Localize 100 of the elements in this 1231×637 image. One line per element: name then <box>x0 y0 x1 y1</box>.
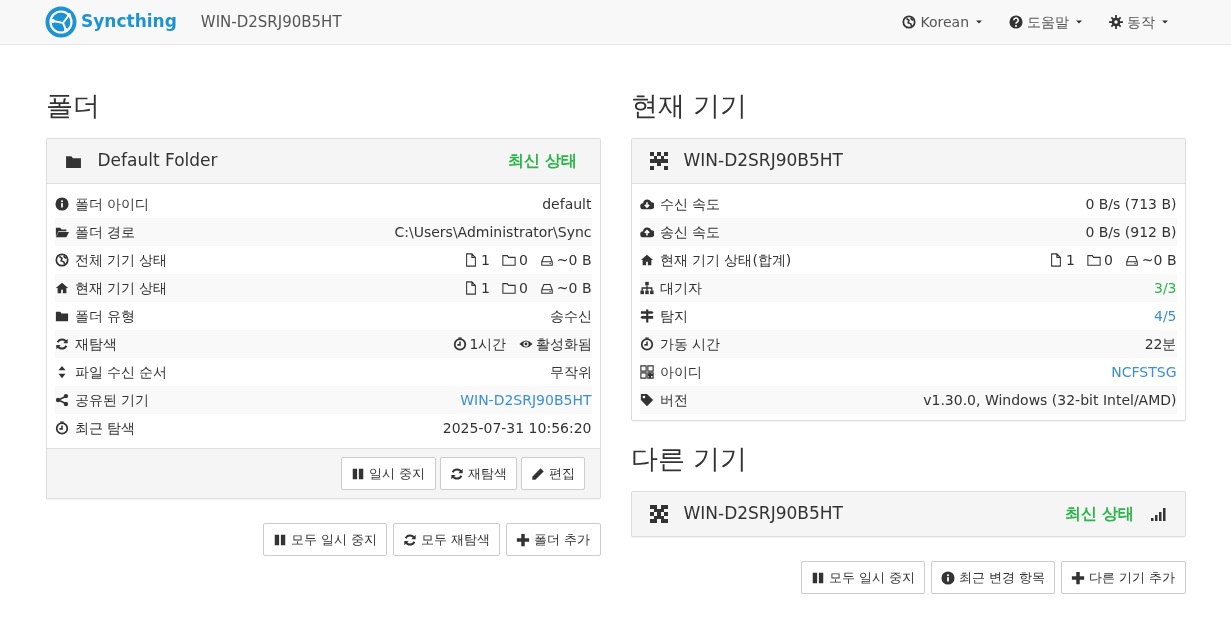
status-text: 최신 상태 <box>507 150 578 172</box>
refresh-icon <box>403 532 418 547</box>
row-label: 전체 기기 상태 <box>74 250 168 270</box>
drive-icon <box>539 281 554 295</box>
file-count: 1 <box>1065 250 1075 270</box>
plus-icon <box>516 532 531 547</box>
pause-icon <box>272 532 287 547</box>
file-icon <box>463 253 478 267</box>
row-label: 송신 속도 <box>659 222 720 242</box>
info-icon <box>54 197 69 211</box>
value-text: 송수신 <box>549 306 592 326</box>
value-text: 0 B/s (713 B) <box>1085 194 1177 214</box>
edit-button[interactable]: 편집 <box>520 457 585 490</box>
folder-count: 0 <box>518 278 528 298</box>
info-icon <box>940 570 955 585</box>
folder-count: 0 <box>1103 250 1113 270</box>
row-label: 공유된 기기 <box>74 390 149 410</box>
row-label: 재탐색 <box>74 334 117 354</box>
identicon-icon <box>649 152 668 170</box>
pause-icon <box>351 466 366 481</box>
value-text: default <box>542 194 592 214</box>
drive-icon <box>539 253 554 267</box>
share-icon <box>54 393 69 407</box>
value-text: 22분 <box>1144 334 1177 354</box>
row-label: 수신 속도 <box>659 194 720 214</box>
value-text: 무작위 <box>549 362 592 382</box>
globe-icon <box>54 253 69 267</box>
plus-icon <box>1071 570 1086 585</box>
watcher-status: 활성화됨 <box>535 334 592 354</box>
file-icon <box>463 281 478 295</box>
folder-icon <box>1086 253 1101 267</box>
signal-icon <box>1150 507 1167 521</box>
qr-code-icon <box>639 365 654 379</box>
file-count: 1 <box>480 250 490 270</box>
value-link[interactable]: NCFSTSG <box>1111 361 1177 383</box>
row-label: 최근 탐색 <box>74 418 135 438</box>
pause-icon <box>810 570 825 585</box>
add-folder-button[interactable]: 폴더 추가 <box>506 523 601 556</box>
row-label: 폴더 경로 <box>74 222 135 242</box>
row-label: 현재 기기 상태(합계) <box>659 250 792 270</box>
cloud-download-icon <box>639 197 654 211</box>
pause-all-button[interactable]: 모두 일시 중지 <box>800 561 925 594</box>
recent-changes-button[interactable]: 최근 변경 항목 <box>930 561 1056 594</box>
rescan-button[interactable]: 재탐색 <box>439 457 517 490</box>
identicon-icon <box>649 505 668 523</box>
menu-dropdown[interactable]: 동작 <box>1109 11 1171 33</box>
data-size: ~0 B <box>556 278 592 298</box>
section-heading: 다른 기기 <box>630 443 749 476</box>
row-label: 폴더 유형 <box>74 306 135 326</box>
clock-icon <box>639 337 654 351</box>
hierarchy-icon <box>639 281 654 295</box>
pencil-icon <box>530 466 545 481</box>
row-label: 가동 시간 <box>659 334 720 354</box>
pause-button[interactable]: 일시 중지 <box>341 457 436 490</box>
row-label: 파일 수신 순서 <box>74 362 168 382</box>
settings-icon <box>1109 15 1123 29</box>
section-heading: 현재 기기 <box>630 90 749 123</box>
menu-dropdown[interactable]: Korean <box>902 11 985 33</box>
hostname: WIN-D2SRJ90B5HT <box>200 11 342 33</box>
folder-icon <box>501 253 516 267</box>
file-icon <box>1048 253 1063 267</box>
device-name: WIN-D2SRJ90B5HT <box>683 502 843 526</box>
value-text: C:\Users\Administrator\Sync <box>394 222 592 242</box>
row-label: 폴더 아이디 <box>74 194 149 214</box>
section-heading: 폴더 <box>45 90 101 123</box>
data-size: ~0 B <box>556 250 592 270</box>
row-label: 버전 <box>659 390 688 410</box>
rescan-interval: 1시간 <box>469 334 507 354</box>
file-count: 1 <box>480 278 490 298</box>
signpost-icon <box>639 309 654 323</box>
device-panel[interactable]: WIN-D2SRJ90B5HT 최신 상태 <box>630 491 1186 537</box>
folder-icon <box>501 281 516 295</box>
data-size: ~0 B <box>1141 250 1177 270</box>
brand-name: Syncthing <box>81 10 177 34</box>
value-text: 3/3 <box>1153 278 1177 298</box>
pause-all-button[interactable]: 모두 일시 중지 <box>262 523 388 556</box>
value-text: 0 B/s (912 B) <box>1085 222 1177 242</box>
menu-dropdown[interactable]: 도움말 <box>1009 11 1085 33</box>
value-link[interactable]: 4/5 <box>1153 305 1177 327</box>
folder-name: Default Folder <box>97 149 218 173</box>
status-text: 최신 상태 <box>1064 503 1135 525</box>
clock-icon <box>452 337 467 351</box>
add-device-button[interactable]: 다른 기기 추가 <box>1061 561 1186 594</box>
row-label: 대기자 <box>659 278 702 298</box>
folder-count: 0 <box>518 250 528 270</box>
logo-icon <box>45 6 77 38</box>
value-text: 2025-07-31 10:56:20 <box>442 418 592 438</box>
drive-icon <box>1124 253 1139 267</box>
globe-icon <box>902 15 917 29</box>
row-label: 탐지 <box>659 306 688 326</box>
home-icon <box>639 253 654 267</box>
row-label: 현재 기기 상태 <box>74 278 168 298</box>
open-folder-icon <box>54 225 69 239</box>
row-label: 아이디 <box>659 362 702 382</box>
device-name: WIN-D2SRJ90B5HT <box>683 149 843 173</box>
folder-icon <box>54 309 69 323</box>
home-icon <box>54 281 69 295</box>
help-icon <box>1009 15 1023 29</box>
rescan-all-button[interactable]: 모두 재탐색 <box>393 523 501 556</box>
clock-icon <box>54 421 69 435</box>
